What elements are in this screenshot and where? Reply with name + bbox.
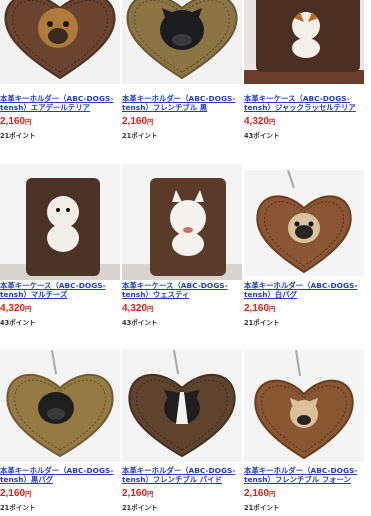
product-image[interactable]	[0, 0, 120, 84]
heart-keyholder-image	[254, 350, 354, 460]
heart-keyholder-image	[256, 170, 352, 274]
product-title-link[interactable]: 本革キーケース（ABC-DOGS-tensh）マルチーズ	[0, 281, 122, 299]
product-image[interactable]	[122, 164, 242, 280]
product-price: 2,160円	[122, 488, 154, 499]
product-image[interactable]	[122, 350, 242, 462]
key-case-image	[244, 0, 364, 84]
heart-keyholder-image	[4, 0, 116, 80]
product-card[interactable]: 本革キーホルダー（ABC-DOGS-tensh）エアデールテリア 2,160円	[0, 0, 120, 128]
product-title-link[interactable]: 本革キーホルダー（ABC-DOGS-tensh）フレンチブル フォーン	[244, 466, 366, 484]
product-points: 21ポイント	[0, 504, 36, 512]
product-card[interactable]: 本革キーホルダー（ABC-DOGS-tensh）フレンチブル 黒 2,160円	[122, 0, 242, 128]
product-title-link[interactable]: 本革キーホルダー（ABC-DOGS-tensh）黒パグ	[0, 466, 122, 484]
product-card[interactable]: 本革キーホルダー（ABC-DOGS-tensh）フレンチブル フォーン 2,16…	[244, 350, 364, 516]
product-card[interactable]: 本革キーケース（ABC-DOGS-tensh）ウェスティ 4,320円 43ポイ…	[122, 164, 244, 327]
product-price: 2,160円	[244, 488, 276, 499]
product-image[interactable]	[244, 170, 364, 276]
product-title-link[interactable]: 本革キーホルダー（ABC-DOGS-tensh）フレンチブル パイド	[122, 466, 244, 484]
product-card[interactable]: 本革キーホルダー（ABC-DOGS-tensh）フレンチブル パイド 2,160…	[122, 350, 242, 516]
heart-keyholder-image	[126, 0, 238, 80]
product-grid: 本革キーホルダー（ABC-DOGS-tensh）エアデールテリア 2,160円 …	[0, 0, 371, 516]
product-title-link[interactable]: 本革キーケース（ABC-DOGS-tensh）ジャックラッセルテリア	[244, 94, 366, 112]
product-price: 4,320円	[122, 303, 154, 314]
product-card[interactable]: 本革キーホルダー（ABC-DOGS-tensh）白パグ 2,160円 21ポイン…	[244, 170, 364, 330]
key-case-image	[0, 164, 120, 280]
product-points: 21ポイント	[0, 132, 36, 140]
product-price: 2,160円	[0, 116, 32, 127]
product-price: 2,160円	[122, 116, 154, 127]
product-points: 21ポイント	[244, 504, 280, 512]
product-title-link[interactable]: 本革キーホルダー（ABC-DOGS-tensh）フレンチブル 黒	[122, 94, 244, 112]
product-points: 21ポイント	[122, 504, 158, 512]
heart-keyholder-image	[6, 350, 114, 458]
product-card[interactable]: 本革キーホルダー（ABC-DOGS-tensh）黒パグ 2,160円 21ポイン…	[0, 350, 120, 516]
product-price: 2,160円	[244, 303, 276, 314]
product-image[interactable]	[0, 164, 120, 280]
product-points: 21ポイント	[122, 132, 158, 140]
product-price: 4,320円	[0, 303, 32, 314]
product-image[interactable]	[244, 0, 364, 84]
product-card[interactable]: 本革キーケース（ABC-DOGS-tensh）マルチーズ 4,320円 43ポイ…	[0, 164, 122, 327]
product-title-link[interactable]: 本革キーケース（ABC-DOGS-tensh）ウェスティ	[122, 281, 244, 299]
product-points: 43ポイント	[244, 132, 280, 140]
heart-keyholder-image	[128, 350, 236, 458]
product-points: 43ポイント	[122, 319, 158, 327]
product-title-link[interactable]: 本革キーホルダー（ABC-DOGS-tensh）エアデールテリア	[0, 94, 122, 112]
product-points: 21ポイント	[244, 319, 280, 327]
product-price: 2,160円	[0, 488, 32, 499]
product-title-link[interactable]: 本革キーホルダー（ABC-DOGS-tensh）白パグ	[244, 281, 366, 299]
product-image[interactable]	[122, 0, 242, 84]
key-case-image	[122, 164, 242, 280]
product-image[interactable]	[244, 350, 364, 462]
product-points: 43ポイント	[0, 319, 36, 327]
product-card[interactable]: 本革キーケース（ABC-DOGS-tensh）ジャックラッセルテリア 4,320…	[244, 0, 364, 128]
product-price: 4,320円	[244, 116, 276, 127]
product-image[interactable]	[0, 350, 120, 462]
